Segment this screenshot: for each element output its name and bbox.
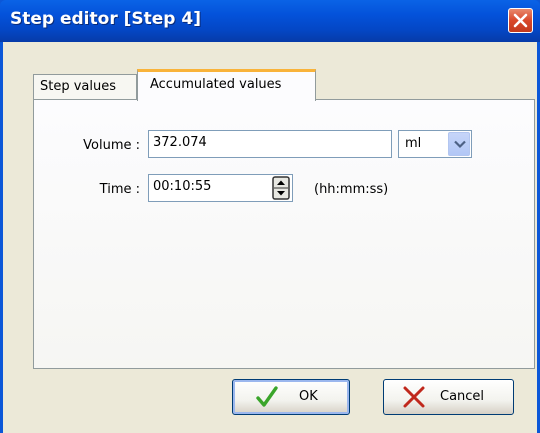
ok-label: OK — [299, 389, 318, 404]
dropdown-button[interactable] — [448, 132, 470, 156]
volume-input[interactable]: 372.074 — [148, 130, 392, 158]
x-icon — [403, 386, 425, 408]
checkmark-icon — [256, 386, 278, 407]
cancel-button[interactable]: Cancel — [383, 379, 514, 415]
unit-dropdown[interactable]: ml — [398, 130, 472, 158]
volume-value: 372.074 — [153, 135, 207, 150]
time-format-hint: (hh:mm:ss) — [314, 182, 389, 197]
dialog-window: Step editor [Step 4] Step values Accumul… — [0, 0, 540, 433]
title-bar[interactable]: Step editor [Step 4] — [0, 0, 540, 42]
close-button[interactable] — [508, 8, 533, 33]
cancel-label: Cancel — [440, 389, 485, 404]
time-label: Time : — [99, 182, 140, 197]
time-spinner[interactable] — [272, 176, 290, 200]
tab-label: Step values — [40, 79, 117, 94]
dialog-client-area: Step values Accumulated values — [3, 42, 537, 433]
volume-label: Volume : — [83, 138, 140, 153]
close-icon — [513, 13, 528, 28]
tab-step-values[interactable]: Step values — [33, 74, 137, 100]
unit-value: ml — [405, 136, 422, 151]
time-value: 00:10:55 — [153, 179, 212, 194]
chevron-down-icon — [454, 140, 466, 149]
window-title: Step editor [Step 4] — [10, 9, 201, 29]
ok-button[interactable]: OK — [232, 379, 350, 415]
tab-accumulated-values[interactable]: Accumulated values — [137, 69, 316, 101]
spin-updown-icon — [272, 176, 290, 200]
tab-label: Accumulated values — [150, 77, 282, 92]
